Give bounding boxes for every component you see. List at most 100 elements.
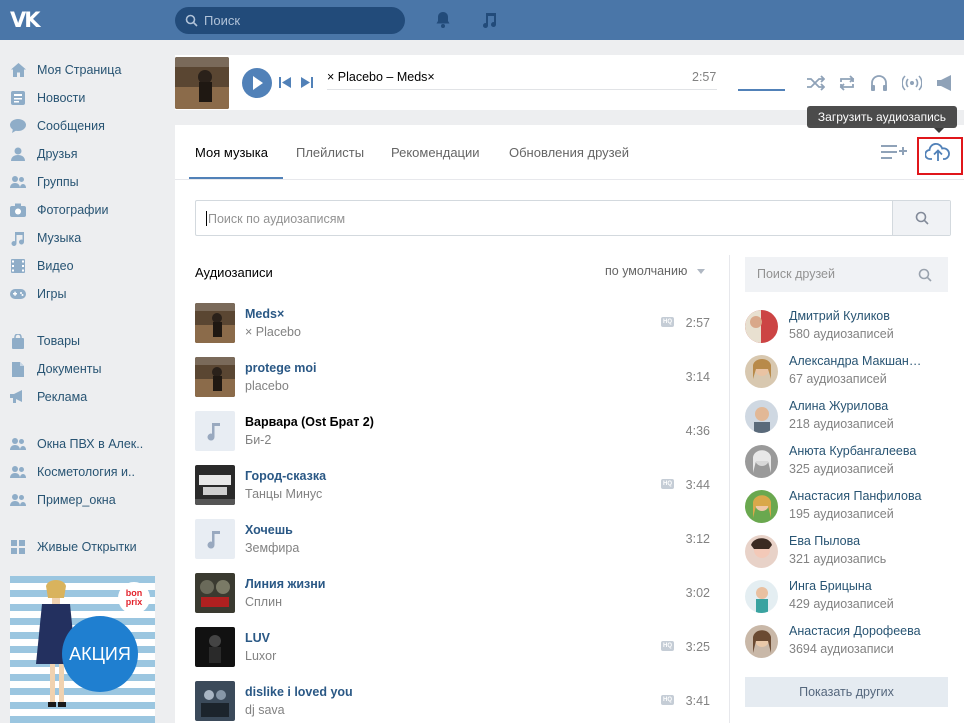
sidebar-item-label: Группы [37, 175, 79, 189]
sidebar-item-games[interactable]: Игры [0, 282, 165, 306]
document-icon [10, 361, 26, 377]
track-cover-image [195, 465, 235, 505]
track-row[interactable]: Хочешь Земфира 3:12 [195, 519, 710, 559]
video-icon [10, 258, 26, 274]
sidebar-item-label: Окна ПВХ в Алек.. [37, 437, 144, 451]
track-row[interactable]: dislike i loved you dj sava HQ 3:41 [195, 681, 710, 721]
track-cover-image [195, 357, 235, 397]
broadcast-icon[interactable] [902, 73, 922, 93]
sidebar-item-documents[interactable]: Документы [0, 357, 165, 381]
sidebar-item-messages[interactable]: Сообщения [0, 114, 165, 138]
tab-my-music[interactable]: Моя музыка [195, 145, 268, 160]
friends-search-placeholder: Поиск друзей [757, 267, 835, 281]
friend-item[interactable]: Анастасия Дорофеева 3694 аудиозаписи [745, 623, 945, 659]
vk-logo[interactable]: VK [10, 8, 44, 32]
camera-icon [10, 202, 26, 218]
tooltip-arrow [934, 128, 944, 133]
track-row[interactable]: Meds× × Placebo HQ 2:57 [195, 303, 710, 343]
megaphone-icon[interactable] [935, 73, 955, 93]
groups-icon [10, 174, 26, 190]
friend-item[interactable]: Александра Макшан… 67 аудиозаписей [745, 353, 945, 389]
track-artist: placebo [245, 379, 289, 393]
tab-playlists[interactable]: Плейлисты [296, 145, 364, 160]
play-button[interactable] [242, 68, 272, 98]
sidebar-item-group-example[interactable]: Пример_окна [0, 488, 165, 512]
track-cover-image [195, 627, 235, 667]
sidebar-item-news[interactable]: Новости [0, 86, 165, 110]
avatar [745, 625, 778, 658]
track-progress-bar[interactable] [327, 89, 717, 90]
friend-audio-count: 429 аудиозаписей [789, 597, 894, 611]
next-track-icon[interactable] [301, 77, 313, 88]
ad-promo-text: АКЦИЯ [69, 643, 131, 664]
add-playlist-icon[interactable] [881, 143, 907, 161]
track-duration: 3:02 [685, 586, 710, 600]
search-icon [185, 14, 198, 27]
friend-audio-count: 580 аудиозаписей [789, 327, 894, 341]
hq-badge: HQ [661, 695, 674, 705]
sidebar-item-group-windows[interactable]: Окна ПВХ в Алек.. [0, 432, 165, 456]
sidebar-item-label: Товары [37, 334, 80, 348]
home-icon [10, 62, 26, 78]
advertisement-banner[interactable]: bon prix АКЦИЯ [10, 576, 155, 723]
previous-track-icon[interactable] [279, 77, 291, 88]
friend-item[interactable]: Анюта Курбангалеева 325 аудиозаписей [745, 443, 945, 479]
sidebar-item-label: Документы [37, 362, 102, 376]
bell-icon[interactable] [433, 10, 453, 30]
track-row[interactable]: Варвара (Ost Брат 2) Би-2 4:36 [195, 411, 710, 451]
group-icon [10, 436, 26, 452]
audio-search-button[interactable] [892, 201, 950, 235]
friend-name: Анюта Курбангалеева [789, 444, 917, 458]
sidebar-item-photos[interactable]: Фотографии [0, 198, 165, 222]
friend-item[interactable]: Алина Журилова 218 аудиозаписей [745, 398, 945, 434]
sidebar-item-groups[interactable]: Группы [0, 170, 165, 194]
tab-recommendations[interactable]: Рекомендации [391, 145, 480, 160]
friend-item[interactable]: Инга Брицына 429 аудиозаписей [745, 578, 945, 614]
play-icon [253, 76, 263, 90]
friend-item[interactable]: Анастасия Панфилова 195 аудиозаписей [745, 488, 945, 524]
sidebar-item-ads[interactable]: Реклама [0, 385, 165, 409]
sidebar-item-goods[interactable]: Товары [0, 329, 165, 353]
global-search-input[interactable]: Поиск [175, 7, 405, 34]
track-artist: Би-2 [245, 433, 272, 447]
friend-audio-count: 3694 аудиозаписи [789, 642, 894, 656]
track-row[interactable]: Линия жизни Сплин 3:02 [195, 573, 710, 613]
avatar [745, 490, 778, 523]
sidebar-item-label: Живые Открытки [37, 540, 137, 554]
track-row[interactable]: Город-сказка Танцы Минус HQ 3:44 [195, 465, 710, 505]
hq-badge: HQ [661, 317, 674, 327]
music-note-icon[interactable] [479, 10, 499, 30]
friend-item[interactable]: Ева Пылова 321 аудиозапись [745, 533, 945, 569]
track-title: Хочешь [245, 523, 293, 537]
shuffle-icon[interactable] [805, 73, 825, 93]
tab-friends-updates[interactable]: Обновления друзей [509, 145, 629, 160]
track-row[interactable]: protege moi placebo 3:14 [195, 357, 710, 397]
friends-search-input[interactable]: Поиск друзей [745, 257, 948, 292]
track-duration: 3:41 [685, 694, 710, 708]
sidebar-item-label: Косметология и.. [37, 465, 135, 479]
sidebar-item-friends[interactable]: Друзья [0, 142, 165, 166]
show-more-friends-button[interactable]: Показать других [745, 677, 948, 707]
avatar [745, 445, 778, 478]
friend-audio-count: 67 аудиозаписей [789, 372, 887, 386]
repeat-icon[interactable] [837, 73, 857, 93]
audio-search-placeholder: Поиск по аудиозаписям [208, 212, 346, 226]
sidebar-item-live-cards[interactable]: Живые Открытки [0, 535, 165, 559]
track-cover-placeholder [195, 411, 235, 451]
sidebar-item-music[interactable]: Музыка [0, 226, 165, 250]
track-title: LUV [245, 631, 270, 645]
headphones-icon[interactable] [869, 73, 889, 93]
friend-name: Анастасия Панфилова [789, 489, 922, 503]
now-playing-time: 2:57 [692, 70, 717, 84]
audio-search-input[interactable]: Поиск по аудиозаписям [195, 200, 951, 236]
sidebar-item-my-page[interactable]: Моя Страница [0, 58, 165, 82]
track-row[interactable]: LUV Luxor HQ 3:25 [195, 627, 710, 667]
volume-slider[interactable] [738, 89, 785, 91]
chevron-down-icon [696, 269, 705, 275]
sidebar-item-video[interactable]: Видео [0, 254, 165, 278]
sidebar-item-group-cosmetology[interactable]: Косметология и.. [0, 460, 165, 484]
news-icon [10, 90, 26, 106]
tabs-divider [175, 179, 964, 180]
sort-dropdown[interactable]: по умолчанию [605, 264, 705, 278]
friend-item[interactable]: Дмитрий Куликов 580 аудиозаписей [745, 308, 945, 344]
